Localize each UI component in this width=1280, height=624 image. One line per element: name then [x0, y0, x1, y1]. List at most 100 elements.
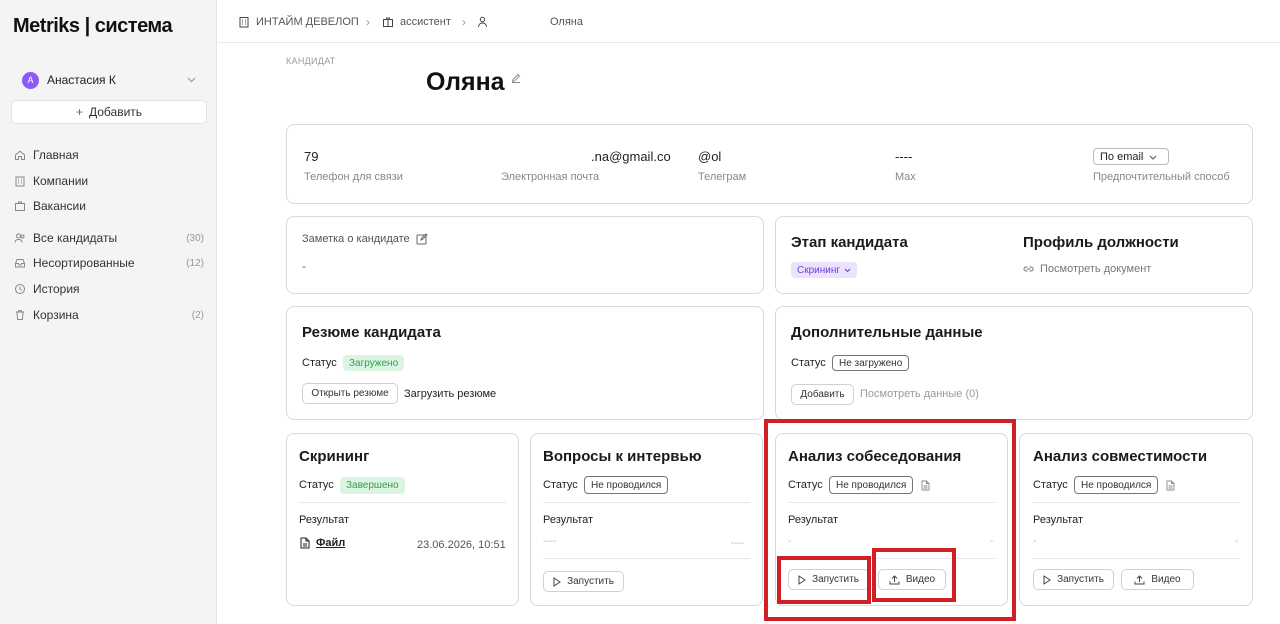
- status-label: Статус: [299, 479, 334, 491]
- sidebar-item-count: (12): [186, 257, 204, 269]
- add-button[interactable]: + Добавить: [11, 100, 207, 124]
- sidebar-item-trash[interactable]: Корзина (2): [14, 306, 204, 324]
- app-logo[interactable]: Metriks | система: [13, 15, 173, 38]
- status-badge: Не проводился: [584, 476, 669, 494]
- chevron-right-icon: ›: [462, 15, 466, 29]
- telegram-value[interactable]: @ol: [698, 149, 721, 164]
- status-label: Статус: [791, 357, 826, 369]
- note-label-row: Заметка о кандидате: [302, 233, 428, 245]
- preferred-contact-select[interactable]: По email: [1093, 148, 1169, 165]
- file-date: 23.06.2026, 10:51: [417, 539, 506, 551]
- email-value[interactable]: .na@gmail.co: [591, 149, 671, 164]
- status-badge: Не загружено: [832, 355, 910, 371]
- link-icon: [1023, 265, 1034, 273]
- chevron-down-icon: [187, 75, 196, 86]
- user-icon: [477, 16, 488, 28]
- max-value[interactable]: ----: [895, 149, 912, 164]
- view-data-link[interactable]: Посмотреть данные (0): [860, 388, 979, 400]
- upload-icon: [1134, 574, 1145, 585]
- chevron-down-icon: [844, 268, 851, 273]
- phone-value[interactable]: 79: [304, 149, 318, 164]
- sidebar-item-all-candidates[interactable]: Все кандидаты (30): [14, 229, 204, 247]
- status-label: Статус: [543, 479, 578, 491]
- status-label: Статус: [1033, 479, 1068, 491]
- trash-icon: [14, 309, 26, 321]
- edit-icon[interactable]: [416, 233, 428, 245]
- stage-card: [775, 216, 1253, 294]
- open-resume-button[interactable]: Открыть резюме: [302, 383, 398, 404]
- status-badge: Не проводился: [1074, 476, 1159, 494]
- breadcrumb-vacancy[interactable]: ассистент: [382, 16, 451, 28]
- compatibility-analysis-title: Анализ совместимости: [1033, 448, 1208, 465]
- briefcase-icon: [382, 16, 394, 28]
- divider: [543, 502, 750, 503]
- extra-data-title: Дополнительные данные: [791, 324, 983, 341]
- briefcase-icon: [14, 200, 26, 212]
- sidebar-item-label: Все кандидаты: [33, 231, 118, 245]
- user-name: Анастасия К: [47, 73, 116, 87]
- run-button[interactable]: Запустить: [1033, 569, 1114, 590]
- breadcrumb-company[interactable]: ИНТАЙМ ДЕВЕЛОП: [238, 16, 359, 28]
- sidebar-item-label: Компании: [33, 174, 89, 188]
- result-label: Результат: [299, 514, 350, 526]
- result-label: Результат: [1033, 514, 1084, 526]
- sidebar-item-label: Вакансии: [33, 199, 86, 213]
- file-link[interactable]: Файл: [300, 537, 345, 549]
- breadcrumb: [218, 0, 1280, 43]
- sidebar-item-home[interactable]: Главная: [14, 146, 204, 164]
- sidebar-item-label: История: [33, 282, 80, 296]
- result-value: ----: [543, 536, 557, 547]
- sidebar-item-vacancies[interactable]: Вакансии: [14, 197, 204, 215]
- result-value: -: [1033, 536, 1037, 547]
- profile-title: Профиль должности: [1023, 234, 1179, 251]
- sidebar-item-companies[interactable]: Компании: [14, 172, 204, 190]
- max-label: Max: [895, 171, 916, 183]
- stage-select[interactable]: Скрининг: [791, 262, 858, 278]
- sidebar-item-label: Главная: [33, 148, 79, 162]
- divider: [1033, 558, 1240, 559]
- resume-title: Резюме кандидата: [302, 324, 441, 341]
- page-title: Оляна: [426, 68, 505, 96]
- status-label: Статус: [302, 357, 337, 369]
- video-upload-button[interactable]: Видео: [1121, 569, 1194, 590]
- sidebar: Metriks | система А Анастасия К + Добави…: [0, 0, 217, 624]
- building-icon: [14, 175, 26, 187]
- highlight-box-run-button: [777, 556, 871, 604]
- candidate-section-label: КАНДИДАТ: [286, 56, 336, 66]
- plus-icon: +: [75, 105, 83, 119]
- user-menu[interactable]: А Анастасия К: [22, 71, 196, 89]
- file-icon: [300, 537, 310, 549]
- status-badge: Завершено: [340, 477, 405, 494]
- result-date: -: [1235, 536, 1239, 547]
- divider: [299, 502, 506, 503]
- interview-questions-title: Вопросы к интервью: [543, 448, 702, 465]
- edit-icon[interactable]: [511, 70, 521, 88]
- run-button[interactable]: Запустить: [543, 571, 624, 592]
- phone-label: Телефон для связи: [304, 171, 403, 183]
- document-icon[interactable]: [1166, 480, 1175, 491]
- chevron-down-icon: [1149, 152, 1157, 162]
- upload-resume-link[interactable]: Загрузить резюме: [404, 388, 496, 400]
- breadcrumb-candidate: Оляна: [550, 16, 583, 28]
- divider: [543, 558, 750, 559]
- sidebar-item-label: Несортированные: [33, 256, 135, 270]
- email-label: Электронная почта: [501, 171, 600, 183]
- sidebar-item-count: (30): [186, 232, 204, 244]
- avatar: А: [22, 71, 39, 89]
- sidebar-item-label: Корзина: [33, 308, 79, 322]
- sidebar-item-unsorted[interactable]: Несортированные (12): [14, 254, 204, 272]
- sidebar-item-history[interactable]: История: [14, 280, 204, 298]
- divider: [1033, 502, 1240, 503]
- sidebar-item-count: (2): [191, 309, 204, 321]
- inbox-icon: [14, 257, 26, 269]
- note-label: Заметка о кандидате: [302, 233, 410, 245]
- telegram-label: Телеграм: [698, 171, 747, 183]
- view-document-link[interactable]: Посмотреть документ: [1023, 263, 1151, 275]
- result-date: ----: [731, 538, 745, 549]
- history-icon: [14, 283, 26, 295]
- note-value: -: [302, 259, 306, 273]
- users-icon: [14, 232, 26, 244]
- play-icon: [1043, 574, 1051, 585]
- home-icon: [14, 149, 26, 161]
- add-data-button[interactable]: Добавить: [791, 384, 854, 405]
